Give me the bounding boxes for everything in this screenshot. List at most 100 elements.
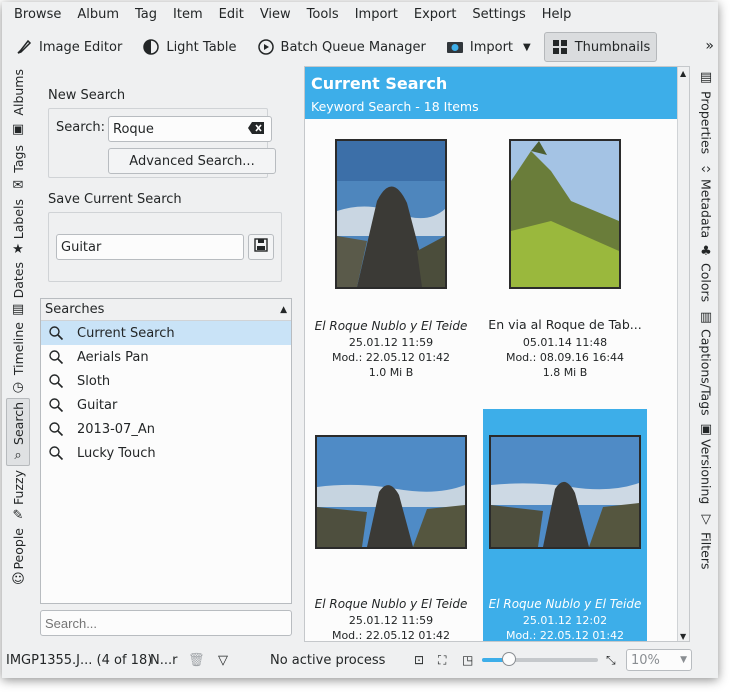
chevron-down-icon[interactable]: ▼ bbox=[523, 42, 531, 53]
light-table-button[interactable]: Light Table bbox=[135, 32, 243, 62]
thumbnails-button[interactable]: Thumbnails bbox=[543, 32, 658, 62]
search-list-item[interactable]: Current Search bbox=[41, 321, 291, 345]
searches-list-header[interactable]: Searches ▲ bbox=[41, 299, 291, 321]
import-button[interactable]: Import ▼ bbox=[439, 32, 538, 62]
tab-captions-tags[interactable]: Captions/Tags bbox=[694, 326, 718, 418]
scroll-up-icon[interactable]: ▲ bbox=[680, 69, 686, 78]
tab-metadata[interactable]: Metadata bbox=[694, 178, 718, 240]
menu-view[interactable]: View bbox=[252, 2, 299, 28]
tab-people[interactable]: People bbox=[6, 526, 30, 572]
photo-thumbnail bbox=[509, 139, 621, 289]
search-list-item[interactable]: 2013-07_An bbox=[41, 417, 291, 441]
versioning-icon: ▣ bbox=[699, 421, 713, 437]
search-panel: New Search Search: Roque Advanced Search… bbox=[38, 82, 296, 642]
tag-icon: ✉ bbox=[12, 177, 24, 193]
chevron-down-icon[interactable]: ▼ bbox=[680, 655, 687, 665]
menu-tag[interactable]: Tag bbox=[127, 2, 165, 28]
thumbnail-item[interactable]: El Roque Nublo y El Teide 25.01.12 11:59… bbox=[309, 409, 473, 641]
tab-timeline[interactable]: Timeline bbox=[6, 320, 30, 378]
searches-filter-input[interactable] bbox=[40, 610, 292, 636]
tab-tags[interactable]: Tags bbox=[6, 142, 30, 176]
menu-help[interactable]: Help bbox=[534, 2, 580, 28]
search-icon bbox=[47, 420, 65, 438]
calendar-icon: ▤ bbox=[11, 301, 25, 317]
content-subtitle: Keyword Search - 18 Items bbox=[311, 99, 479, 114]
captions-icon: ▥ bbox=[699, 309, 713, 325]
save-search-input[interactable]: Guitar bbox=[56, 234, 244, 260]
advanced-search-button[interactable]: Advanced Search... bbox=[108, 148, 276, 174]
image-editor-button[interactable]: Image Editor bbox=[8, 32, 129, 62]
clear-text-icon[interactable] bbox=[247, 120, 265, 140]
menubar: Browse Album Tag Item Edit View Tools Im… bbox=[2, 2, 718, 28]
pencil-icon: ✎ bbox=[12, 507, 24, 523]
tab-versioning[interactable]: Versioning bbox=[694, 438, 718, 506]
sort-up-icon: ▲ bbox=[280, 304, 287, 315]
thumbnail-title: El Roque Nublo y El Teide bbox=[488, 597, 642, 611]
zoom-slider-handle[interactable] bbox=[502, 652, 516, 666]
save-search-title: Save Current Search bbox=[48, 192, 182, 207]
status-filter-text: N...r bbox=[150, 652, 178, 668]
search-list-item[interactable]: Aerials Pan bbox=[41, 345, 291, 369]
main-toolbar: Image Editor Light Table Batch Queue Man… bbox=[2, 30, 718, 64]
contrast-icon bbox=[142, 38, 160, 56]
thumbnail-title: El Roque Nublo y El Teide bbox=[314, 597, 468, 611]
zoom-select-icon[interactable]: ◳ bbox=[462, 653, 473, 667]
photo-thumbnail bbox=[335, 139, 447, 289]
status-file-info: IMGP1355.J... (4 of 18) bbox=[6, 652, 153, 668]
albums-icon: ▣ bbox=[11, 121, 25, 137]
tab-properties[interactable]: Properties bbox=[694, 88, 718, 158]
thumbnail-modified: Mod.: 22.05.12 01:42 bbox=[331, 351, 451, 364]
save-search-button[interactable] bbox=[248, 234, 274, 260]
menu-browse[interactable]: Browse bbox=[6, 2, 69, 28]
tab-colors[interactable]: Colors bbox=[694, 260, 718, 306]
menu-settings[interactable]: Settings bbox=[464, 2, 533, 28]
menu-export[interactable]: Export bbox=[406, 2, 465, 28]
menu-album[interactable]: Album bbox=[69, 2, 127, 28]
content-header: Current Search Keyword Search - 18 Items bbox=[305, 67, 677, 119]
photo-thumbnail bbox=[315, 435, 467, 549]
zoom-combobox[interactable]: 10% ▼ bbox=[626, 649, 692, 671]
toolbar-overflow-button[interactable]: » bbox=[705, 38, 714, 54]
menu-edit[interactable]: Edit bbox=[211, 2, 252, 28]
tab-fuzzy[interactable]: Fuzzy bbox=[6, 468, 30, 506]
menu-tools[interactable]: Tools bbox=[299, 2, 347, 28]
zoom-out-icon[interactable]: ⤡ bbox=[606, 653, 616, 668]
thumbnails-label: Thumbnails bbox=[574, 39, 651, 55]
thumbnail-item[interactable]: En via al Roque de Tab... 05.01.14 11:48… bbox=[483, 131, 647, 399]
tab-filters[interactable]: Filters bbox=[694, 528, 718, 574]
brush-icon bbox=[15, 38, 33, 56]
save-icon bbox=[254, 238, 268, 256]
search-icon: ⌕ bbox=[14, 447, 22, 463]
tab-albums[interactable]: Albums bbox=[6, 68, 30, 116]
right-sidebar-tabs: ▤ Properties ‹› Metadata ♣ Colors ▥ Capt… bbox=[694, 68, 718, 588]
tab-dates[interactable]: Dates bbox=[6, 260, 30, 300]
vertical-scrollbar[interactable]: ▲ ▼ bbox=[677, 67, 689, 641]
zoom-slider[interactable] bbox=[482, 652, 598, 666]
tab-labels[interactable]: Labels bbox=[6, 196, 30, 242]
thumbnail-item[interactable]: El Roque Nublo y El Teide 25.01.12 11:59… bbox=[309, 131, 473, 399]
thumbnail-item-selected[interactable]: El Roque Nublo y El Teide 25.01.12 12:02… bbox=[483, 409, 647, 641]
tab-search[interactable]: Search ⌕ bbox=[6, 398, 30, 466]
thumbnail-title: En via al Roque de Tab... bbox=[488, 317, 642, 332]
searches-list: Searches ▲ Current Search Aerials Pan Sl… bbox=[40, 298, 292, 604]
thumbnail-title: El Roque Nublo y El Teide bbox=[314, 319, 468, 333]
search-input[interactable]: Roque bbox=[108, 116, 272, 142]
search-list-item[interactable]: Sloth bbox=[41, 369, 291, 393]
search-icon bbox=[47, 348, 65, 366]
menu-item[interactable]: Item bbox=[165, 2, 211, 28]
thumbnail-modified: Mod.: 08.09.16 16:44 bbox=[505, 351, 625, 364]
batch-queue-button[interactable]: Batch Queue Manager bbox=[250, 32, 433, 62]
left-sidebar-tabs: Albums ▣ Tags ✉ Labels ★ Dates ▤ Timelin… bbox=[6, 68, 30, 588]
search-icon bbox=[47, 324, 65, 342]
zoom-fit-icon[interactable]: ⊡ bbox=[414, 653, 424, 667]
trash-icon[interactable]: 🗑 bbox=[188, 653, 205, 668]
search-list-item[interactable]: Lucky Touch bbox=[41, 441, 291, 465]
scroll-down-icon[interactable]: ▼ bbox=[680, 632, 686, 641]
search-icon bbox=[47, 444, 65, 462]
image-editor-label: Image Editor bbox=[39, 39, 123, 55]
filter-icon[interactable]: ▽ bbox=[218, 653, 228, 668]
zoom-fullscreen-icon[interactable]: ⛶ bbox=[438, 653, 446, 668]
menu-import[interactable]: Import bbox=[347, 2, 406, 28]
thumbnail-view: Current Search Keyword Search - 18 Items… bbox=[304, 66, 690, 642]
search-list-item[interactable]: Guitar bbox=[41, 393, 291, 417]
